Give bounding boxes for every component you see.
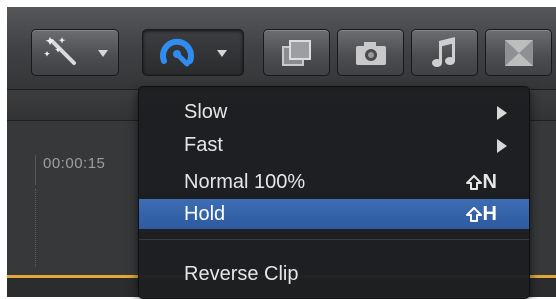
retime-menu: Slow Fast Normal 100% N Hold H Reverse C…: [138, 86, 530, 299]
chevron-down-icon: [217, 50, 227, 57]
transitions-button[interactable]: [485, 29, 552, 76]
shift-icon: [465, 206, 482, 222]
submenu-arrow-icon: [497, 106, 507, 120]
dotted-guide: [35, 189, 37, 267]
shortcut-key: N: [482, 171, 497, 193]
menu-item-reverse-clip[interactable]: Reverse Clip: [139, 259, 529, 289]
magic-wand-icon: [44, 37, 76, 65]
music-button[interactable]: [411, 29, 478, 76]
retime-speedometer-icon: [160, 38, 194, 67]
ruler-tick: [35, 155, 36, 185]
menu-item-shortcut: H: [465, 203, 497, 226]
video-effects-button[interactable]: [263, 29, 330, 76]
chevron-down-icon: [98, 50, 108, 57]
menu-item-label: Fast: [184, 134, 223, 156]
submenu-arrow-icon: [497, 139, 507, 153]
menu-item-hold[interactable]: Hold H: [139, 199, 529, 229]
menu-item-slow[interactable]: Slow: [139, 97, 529, 127]
shortcut-key: H: [482, 203, 497, 225]
camera-icon: [355, 41, 386, 65]
effects-wand-button[interactable]: [31, 29, 119, 76]
photos-button[interactable]: [337, 29, 404, 76]
toolbar: [7, 7, 556, 90]
transition-x-icon: [504, 39, 533, 66]
menu-item-label: Slow: [184, 101, 228, 123]
retime-button[interactable]: [142, 29, 244, 76]
timecode-label: 00:00:15: [43, 155, 106, 172]
menu-separator: [139, 239, 529, 240]
menu-item-label: Normal 100%: [184, 171, 306, 193]
overlapping-frames-icon: [281, 39, 311, 66]
menu-item-normal[interactable]: Normal 100% N: [139, 167, 529, 197]
menu-item-label: Hold: [184, 203, 226, 225]
music-note-icon: [431, 36, 455, 67]
menu-item-shortcut: N: [465, 171, 497, 194]
menu-item-label: Reverse Clip: [184, 263, 299, 285]
menu-item-fast[interactable]: Fast: [139, 130, 529, 160]
shift-icon: [465, 174, 482, 190]
